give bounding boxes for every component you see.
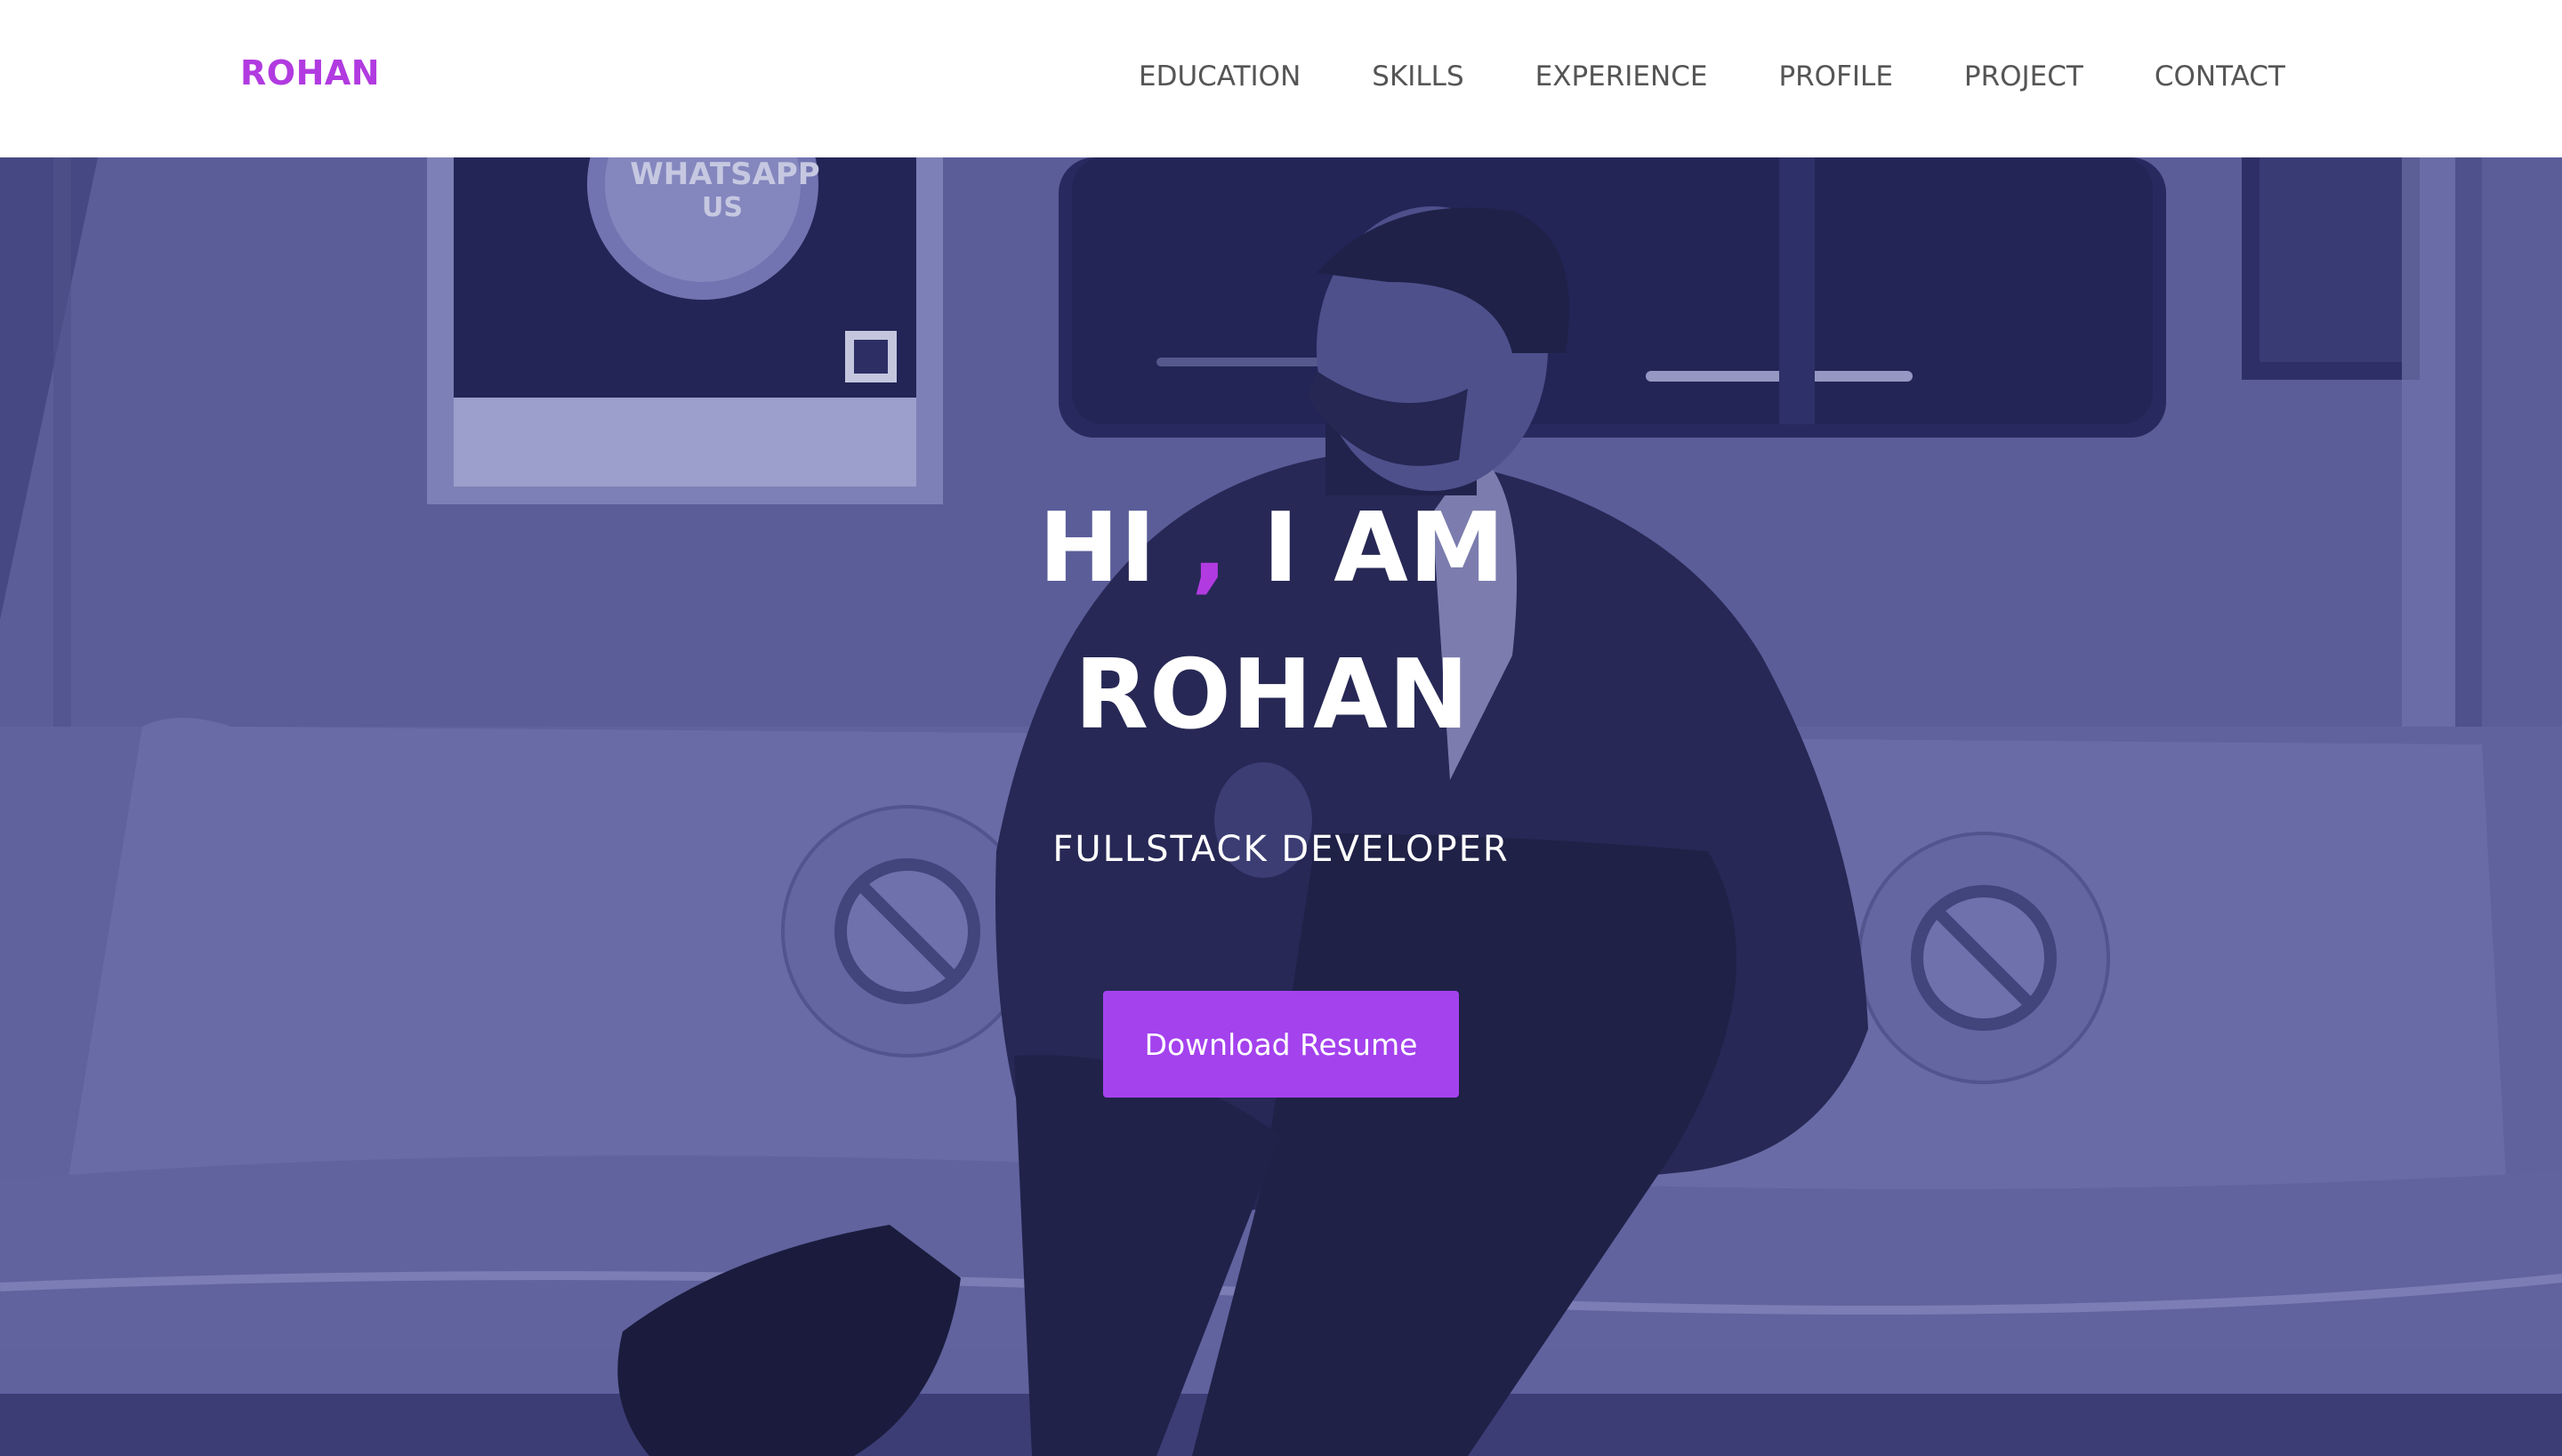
hero-greeting: HI , I AM (0, 495, 2544, 602)
greeting-comma: , (1190, 493, 1229, 604)
nav-link-profile[interactable]: PROFILE (1778, 60, 1892, 93)
hero-section: WHATSAPP US HI , I AM ROHAN FULLSTACK DE… (0, 157, 2562, 1456)
top-navbar: ROHAN EDUCATION SKILLS EXPERIENCE PROFIL… (0, 0, 2562, 157)
greeting-i-am: I AM (1262, 493, 1506, 604)
hero-name: ROHAN (1074, 640, 1470, 751)
nav-link-experience[interactable]: EXPERIENCE (1535, 60, 1708, 93)
brand-logo[interactable]: ROHAN (240, 53, 380, 93)
greeting-hi: HI (1038, 493, 1157, 604)
nav-link-skills[interactable]: SKILLS (1372, 60, 1463, 93)
hero-background-photo: WHATSAPP US (0, 157, 2562, 1456)
hero-subtitle: FULLSTACK DEVELOPER (1052, 829, 1510, 870)
nav-link-contact[interactable]: CONTACT (2155, 60, 2285, 93)
nav-links: EDUCATION SKILLS EXPERIENCE PROFILE PROJ… (1139, 60, 2285, 93)
nav-link-education[interactable]: EDUCATION (1139, 60, 1301, 93)
download-resume-button[interactable]: Download Resume (1103, 991, 1459, 1098)
nav-link-project[interactable]: PROJECT (1964, 60, 2083, 93)
